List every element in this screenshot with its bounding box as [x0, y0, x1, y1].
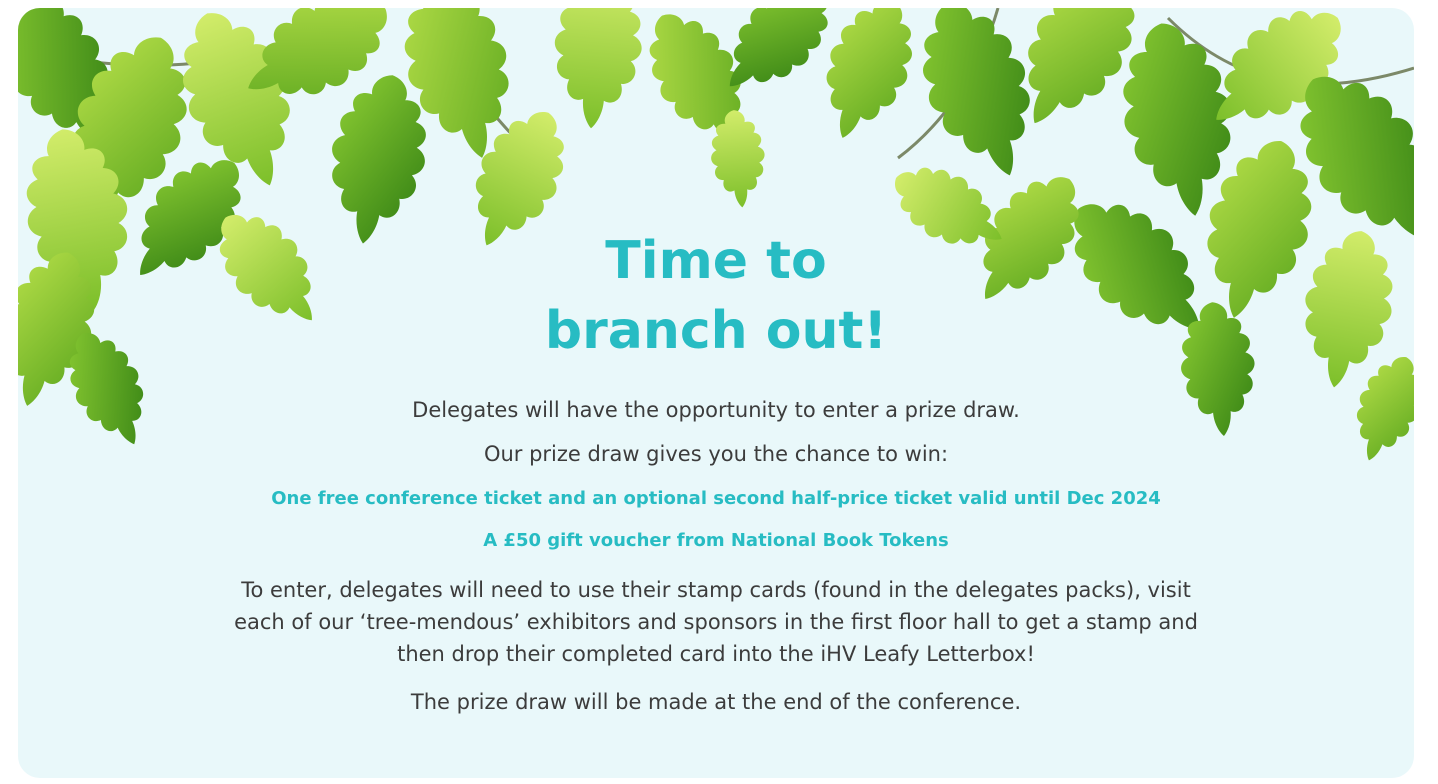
- title-line-1: Time to: [605, 231, 827, 291]
- prize-draw-banner: Time to branch out! Delegates will have …: [18, 8, 1414, 778]
- prize-item-1: One free conference ticket and an option…: [271, 488, 1161, 509]
- banner-title: Time to branch out!: [18, 226, 1414, 366]
- chance-text: Our prize draw gives you the chance to w…: [483, 442, 949, 466]
- title-line-2: branch out!: [544, 301, 888, 361]
- banner-content: Time to branch out! Delegates will have …: [18, 8, 1414, 778]
- closing-text: The prize draw will be made at the end o…: [410, 690, 1022, 714]
- intro-text: Delegates will have the opportunity to e…: [412, 398, 1020, 422]
- prize-item-2: A £50 gift voucher from National Book To…: [483, 530, 949, 551]
- instructions-text: To enter, delegates will need to use the…: [234, 578, 1198, 666]
